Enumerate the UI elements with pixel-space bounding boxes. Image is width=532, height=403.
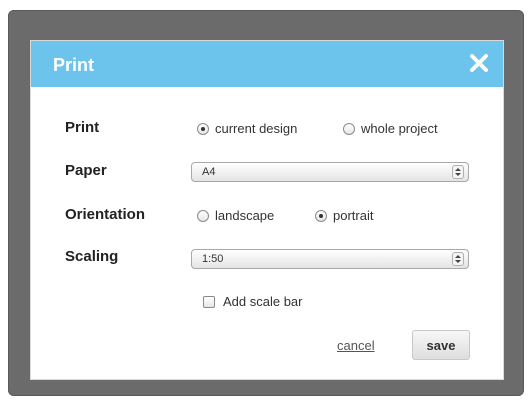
radio-current-design[interactable]: current design (197, 121, 297, 136)
orientation-label: Orientation (65, 206, 146, 223)
add-scale-bar-option[interactable]: Add scale bar (203, 294, 303, 309)
close-icon[interactable] (465, 49, 493, 77)
dialog-title: Print (53, 55, 95, 75)
print-dialog: Print Print current design whole project… (30, 40, 504, 380)
radio-button[interactable] (343, 122, 355, 135)
print-label: Print (65, 119, 100, 136)
add-scale-bar-label: Add scale bar (223, 294, 303, 309)
dialog-titlebar: Print (31, 41, 503, 87)
paper-select-value: A4 (202, 166, 216, 178)
scaling-label: Scaling (65, 248, 119, 265)
radio-button-checked[interactable] (197, 122, 209, 135)
add-scale-bar-checkbox[interactable] (203, 295, 215, 308)
radio-portrait[interactable]: portrait (315, 208, 373, 223)
save-button[interactable]: save (412, 330, 470, 360)
cancel-link[interactable]: cancel (337, 338, 375, 353)
radio-label-landscape: landscape (215, 208, 275, 223)
scaling-select-value: 1:50 (202, 253, 224, 265)
radio-label-whole-project: whole project (361, 121, 438, 136)
radio-landscape[interactable]: landscape (197, 208, 274, 223)
radio-whole-project[interactable]: whole project (343, 121, 438, 136)
radio-label-portrait: portrait (333, 208, 374, 223)
radio-button-checked[interactable] (315, 209, 327, 222)
select-arrows-icon (452, 165, 464, 179)
select-arrows-icon (452, 252, 464, 266)
radio-label-current-design: current design (215, 121, 298, 136)
paper-select[interactable]: A4 (191, 162, 469, 182)
scaling-select[interactable]: 1:50 (191, 249, 469, 269)
paper-label: Paper (65, 162, 107, 179)
radio-button[interactable] (197, 209, 209, 222)
